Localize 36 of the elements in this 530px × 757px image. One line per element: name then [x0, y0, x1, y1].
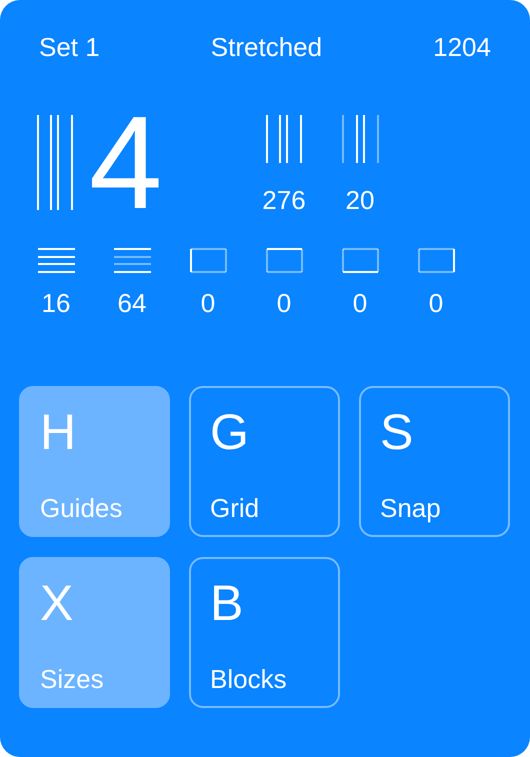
toggle-tile[interactable]: S Snap [359, 386, 510, 537]
tile-label: Grid [210, 493, 260, 523]
shortcut-key: G [210, 402, 319, 462]
tile-label: Snap [380, 493, 442, 523]
toggle-tile[interactable]: G Grid [189, 386, 340, 537]
set-name: Set 1 [39, 32, 100, 62]
stat-value: 64 [118, 288, 146, 318]
shortcut-key: S [380, 402, 489, 462]
stat-value: 276 [262, 185, 306, 215]
tile-label: Sizes [40, 664, 105, 694]
columns-icon [266, 115, 302, 163]
columns-icon [342, 115, 378, 163]
shortcut-key: H [40, 402, 149, 462]
toggle-tile[interactable]: H Guides [19, 386, 170, 537]
tile-label: Guides [40, 493, 124, 523]
column-count: 4 [89, 115, 162, 210]
shortcut-key: B [210, 573, 319, 633]
left-margin-icon [190, 248, 226, 273]
bottom-margin-icon [342, 248, 378, 273]
columns-icon [37, 115, 75, 210]
right-margin-icon [418, 248, 454, 273]
shortcut-key: X [40, 573, 149, 633]
tile-label: Blocks [210, 664, 288, 694]
stat-value: 0 [276, 288, 292, 318]
rows-icon [38, 248, 74, 273]
toggle-tile[interactable]: B Blocks [189, 557, 340, 708]
toggle-tile[interactable]: X Sizes [19, 557, 170, 708]
rows-icon [114, 248, 150, 273]
stat-value: 16 [42, 288, 70, 318]
stat-value: 20 [346, 185, 374, 215]
stat-value: 0 [200, 288, 216, 318]
top-margin-icon [266, 248, 302, 273]
stat-value: 0 [428, 288, 444, 318]
width-value: 1204 [433, 32, 491, 62]
mode-label: Stretched [210, 32, 322, 62]
stat-value: 0 [352, 288, 368, 318]
